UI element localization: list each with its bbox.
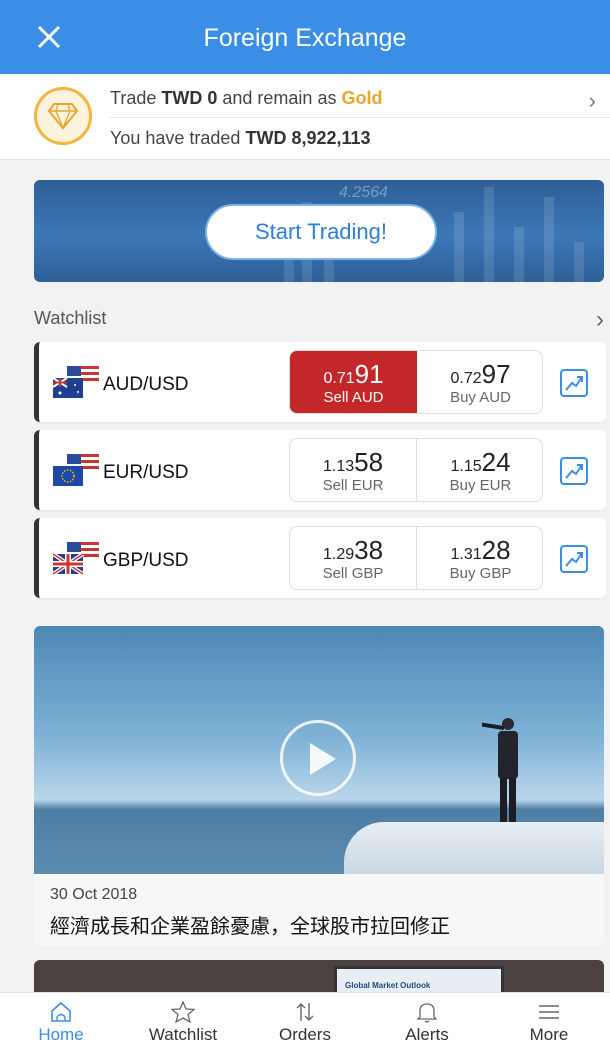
menu-icon <box>539 1005 559 1019</box>
page-title: Foreign Exchange <box>203 24 407 52</box>
tab-orders[interactable]: Orders <box>244 993 366 1052</box>
chart-icon[interactable] <box>559 368 589 398</box>
chevron-right-icon[interactable]: › <box>589 88 596 114</box>
chart-icon[interactable] <box>559 544 589 574</box>
sell-quote-button[interactable]: 1.2938 Sell GBP <box>290 527 417 589</box>
quote-box: 0.7191 Sell AUD 0.7297 Buy AUD <box>289 350 543 414</box>
watchlist-row-eurusd[interactable]: EUR/USD 1.1358 Sell EUR 1.1524 Buy EUR <box>34 430 606 510</box>
watchlist-row-audusd[interactable]: AUD/USD 0.7191 Sell AUD 0.7297 Buy AUD <box>34 342 606 422</box>
pair-label: AUD/USD <box>103 374 189 395</box>
bottom-tab-bar: Home Watchlist Orders Alerts More <box>0 992 610 1052</box>
sell-quote-button[interactable]: 0.7191 Sell AUD <box>290 351 417 413</box>
buy-quote-button[interactable]: 1.1524 Buy EUR <box>417 439 542 501</box>
tab-alerts[interactable]: Alerts <box>366 993 488 1052</box>
tab-more[interactable]: More <box>488 993 610 1052</box>
tab-watchlist[interactable]: Watchlist <box>122 993 244 1052</box>
divider <box>110 117 610 118</box>
play-button[interactable] <box>280 720 356 796</box>
traded-amount-text: You have traded TWD 8,922,113 <box>110 128 371 148</box>
eur-usd-flag-icon <box>53 454 99 486</box>
trading-banner: 4.2564 Start Trading! <box>34 180 604 282</box>
tier-requirement-text: Trade TWD 0 and remain as Gold <box>110 88 383 108</box>
star-icon <box>171 1001 195 1023</box>
buy-quote-button[interactable]: 0.7297 Buy AUD <box>417 351 542 413</box>
banner-number: 4.2564 <box>339 184 388 201</box>
news-headline[interactable]: 經濟成長和企業盈餘憂慮，全球股市拉回修正 <box>50 910 588 939</box>
bell-icon <box>416 1003 438 1023</box>
tab-home[interactable]: Home <box>0 993 122 1052</box>
gold-badge <box>34 87 92 145</box>
watchlist-title: Watchlist <box>34 308 107 328</box>
home-icon <box>51 1001 71 1022</box>
arrows-icon <box>296 1003 314 1021</box>
aud-usd-flag-icon <box>53 366 99 398</box>
person-with-telescope-image <box>482 718 518 822</box>
sell-quote-button[interactable]: 1.1358 Sell EUR <box>290 439 417 501</box>
start-trading-button[interactable]: Start Trading! <box>205 204 437 260</box>
video-meta: 30 Oct 2018 經濟成長和企業盈餘憂慮，全球股市拉回修正 <box>34 874 604 946</box>
pair-label: GBP/USD <box>103 550 189 571</box>
news-date: 30 Oct 2018 <box>50 886 138 903</box>
diamond-icon <box>48 103 78 130</box>
tier-status-panel[interactable]: Trade TWD 0 and remain as Gold › You hav… <box>0 74 610 160</box>
chart-icon[interactable] <box>559 456 589 486</box>
news-video-card[interactable]: 30 Oct 2018 經濟成長和企業盈餘憂慮，全球股市拉回修正 <box>34 626 604 946</box>
gbp-usd-flag-icon <box>53 542 99 576</box>
tier-name: Gold <box>341 88 383 108</box>
chevron-right-icon[interactable]: › <box>596 306 604 334</box>
quote-box: 1.1358 Sell EUR 1.1524 Buy EUR <box>289 438 543 502</box>
quote-box: 1.2938 Sell GBP 1.3128 Buy GBP <box>289 526 543 590</box>
outlook-screen-title: Global Market Outlook <box>345 981 431 990</box>
thumbnail-rock <box>344 822 604 874</box>
pair-label: EUR/USD <box>103 462 189 483</box>
buy-quote-button[interactable]: 1.3128 Buy GBP <box>417 527 542 589</box>
app-header: Foreign Exchange <box>0 0 610 74</box>
watchlist-header[interactable]: Watchlist › <box>34 306 604 334</box>
watchlist-row-gbpusd[interactable]: GBP/USD 1.2938 Sell GBP 1.3128 Buy GBP <box>34 518 606 598</box>
